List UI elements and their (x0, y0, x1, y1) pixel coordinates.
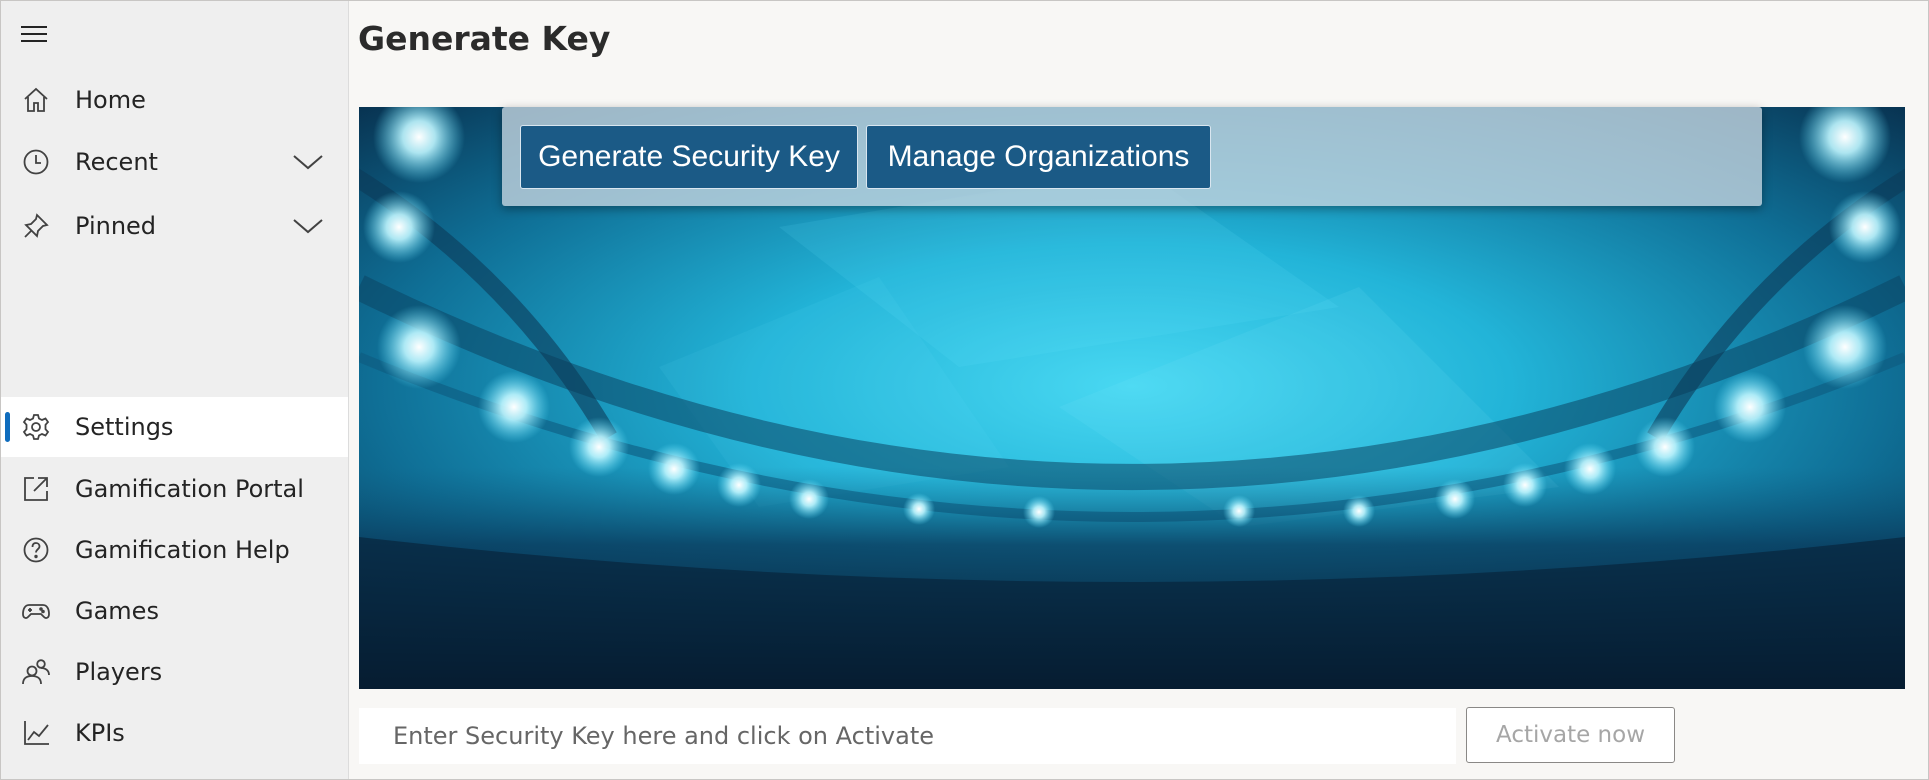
sidebar-item-recent[interactable]: Recent (1, 132, 348, 192)
sidebar-item-label: Games (75, 597, 159, 625)
sidebar-item-gamification-help[interactable]: Gamification Help (1, 520, 348, 580)
hamburger-menu-icon[interactable] (21, 23, 51, 45)
page-title: Generate Key (358, 19, 611, 58)
sidebar-item-label: Gamification Portal (75, 475, 304, 503)
activate-now-button[interactable]: Activate now (1466, 707, 1675, 763)
sidebar-item-label: Pinned (75, 212, 157, 240)
sidebar: Home Recent Pinned Settings Gamification… (1, 1, 349, 779)
sidebar-item-label: Gamification Help (75, 536, 290, 564)
gamepad-icon (21, 596, 51, 626)
gear-icon (21, 412, 51, 442)
people-icon (21, 657, 51, 687)
sidebar-item-label: Recent (75, 148, 158, 176)
external-link-icon (21, 474, 51, 504)
generate-security-key-button[interactable]: Generate Security Key (520, 125, 858, 189)
home-icon (21, 85, 51, 115)
selection-indicator (5, 412, 10, 442)
sidebar-item-label: Players (75, 658, 163, 686)
clock-icon (21, 147, 51, 177)
line-chart-icon (21, 718, 51, 748)
sidebar-item-label: KPIs (75, 719, 125, 747)
manage-organizations-button[interactable]: Manage Organizations (866, 125, 1211, 189)
security-key-input[interactable] (359, 708, 1456, 764)
sidebar-item-players[interactable]: Players (1, 642, 348, 702)
sidebar-item-label: Home (75, 86, 146, 114)
sidebar-item-pinned[interactable]: Pinned (1, 196, 348, 256)
help-circle-icon (21, 535, 51, 565)
sidebar-item-label: Settings (75, 413, 174, 441)
chevron-down-icon[interactable] (292, 152, 324, 172)
sidebar-item-home[interactable]: Home (1, 70, 348, 130)
sidebar-item-games[interactable]: Games (1, 581, 348, 641)
sidebar-item-kpis[interactable]: KPIs (1, 703, 348, 763)
sidebar-item-settings[interactable]: Settings (1, 397, 348, 457)
chevron-down-icon[interactable] (292, 216, 324, 236)
pin-icon (21, 211, 51, 241)
banner-toolbar: Generate Security Key Manage Organizatio… (502, 107, 1762, 206)
sidebar-item-gamification-portal[interactable]: Gamification Portal (1, 459, 348, 519)
app-window: Home Recent Pinned Settings Gamification… (0, 0, 1929, 780)
